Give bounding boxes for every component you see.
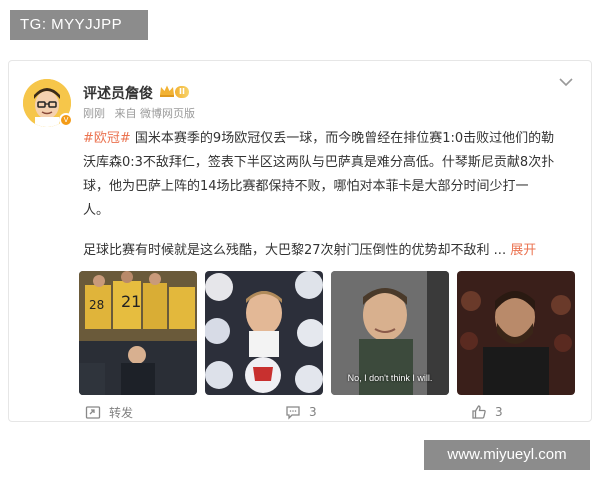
repost-label: 转发 (109, 405, 134, 420)
post-body-line: 球，他为巴萨上阵的14场比赛都保持不败，哪怕对本菲卡是大部分时间少打一 (83, 179, 529, 194)
post-time[interactable]: 刚刚 (83, 107, 105, 120)
post-meta: 刚刚 来自 微博网页版 (83, 105, 201, 121)
svg-text:28: 28 (89, 298, 104, 312)
repost-button[interactable]: 转发 (85, 401, 133, 423)
photo-kane-with-balls[interactable] (205, 271, 323, 395)
post-body-line: 人。 (83, 203, 110, 218)
post-body-line: 国米本赛季的9场欧冠仅丢一球，而今晚曾经在排位赛1:0击败过他们的勒 (130, 131, 555, 146)
user-name[interactable]: 评述员詹俊 (83, 83, 153, 103)
crown-icon (160, 85, 174, 97)
like-count: 3 (495, 405, 503, 419)
post-actions: 转发 3 3 (9, 401, 593, 423)
verified-badge-icon: V (59, 113, 73, 127)
post-body-line: 沃库森0:3不敌拜仁，签表下半区这两队与巴萨真是难分高低。什琴斯尼贡献8次扑 (83, 155, 555, 170)
comment-icon (286, 406, 300, 420)
photo-meme-szczesny[interactable]: No, I don't think I will. (331, 271, 449, 395)
photo-caption: No, I don't think I will. (347, 373, 433, 383)
comment-count: 3 (309, 405, 317, 419)
weibo-post-card: V 评述员詹俊 II 刚刚 来自 微博网页版 #欧冠# 国米本赛季的9场欧冠仅丢… (8, 60, 592, 422)
site-watermark: www.miyueyl.com (424, 440, 590, 470)
topic-link[interactable]: #欧冠# (83, 131, 131, 146)
post-body: #欧冠# 国米本赛季的9场欧冠仅丢一球，而今晚曾经在排位赛1:0击败过他们的勒 … (83, 127, 573, 223)
post-body-second: 足球比赛有时候就是这么残酷，大巴黎27次射门压倒性的优势却不敌利 ... 展开 (83, 239, 583, 263)
svg-text:21: 21 (121, 292, 141, 311)
chevron-down-icon[interactable] (559, 77, 573, 87)
post-body-line: 足球比赛有时候就是这么残酷，大巴黎27次射门压倒性的优势却不敌利 ... (83, 243, 507, 258)
like-button[interactable]: 3 (471, 401, 503, 423)
post-source: 来自 微博网页版 (114, 107, 196, 120)
thumbs-up-icon (472, 405, 486, 419)
level-badge: II (175, 86, 189, 98)
tg-label: TG: MYYJJPP (10, 10, 148, 40)
expand-link[interactable]: 展开 (510, 243, 536, 258)
photo-alisson-crowd[interactable] (457, 271, 575, 395)
photo-team-celebration[interactable]: 21 28 (79, 271, 197, 395)
repost-icon (85, 406, 101, 419)
comment-button[interactable]: 3 (285, 401, 317, 423)
